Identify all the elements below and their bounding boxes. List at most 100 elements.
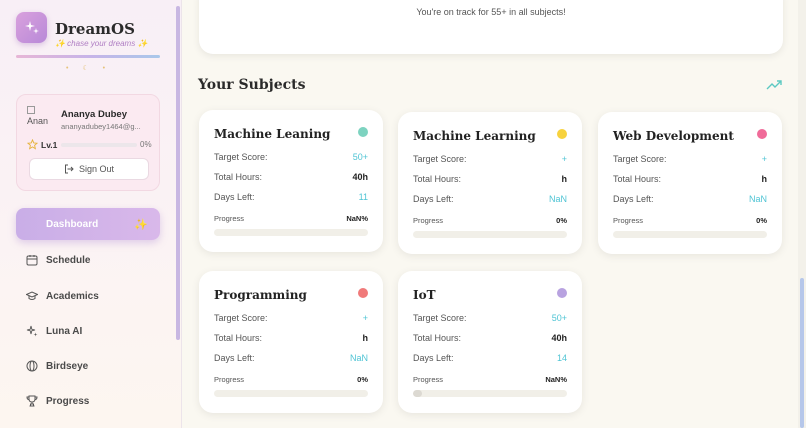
- days-label: Days Left:: [413, 194, 454, 204]
- trending-up-icon[interactable]: [766, 79, 782, 91]
- days-label: Days Left:: [214, 353, 255, 363]
- days-value: NaN: [548, 194, 567, 204]
- decorative-dots: • ☾ •: [66, 65, 112, 72]
- target-label: Target Score:: [613, 154, 667, 164]
- subject-color-dot: [557, 288, 567, 298]
- level-percent: 0%: [140, 140, 152, 149]
- sparkles-icon: [26, 325, 38, 337]
- star-icon: [27, 139, 38, 150]
- subject-card-machine-learning[interactable]: Machine Learning Target Score: + Total H…: [398, 112, 582, 254]
- avatar: Anan: [27, 106, 53, 132]
- days-value: 11: [358, 192, 368, 202]
- nav-birdseye[interactable]: Birdseye: [16, 350, 160, 382]
- progress-value: 0%: [357, 375, 368, 384]
- sign-out-button[interactable]: Sign Out: [29, 158, 149, 180]
- subject-card-machine-leaning[interactable]: Machine Leaning Target Score: 50+ Total …: [199, 110, 383, 252]
- hours-value: h: [561, 174, 568, 184]
- subject-color-dot: [557, 129, 567, 139]
- progress-bar: [413, 231, 567, 238]
- avatar-alt-text: Anan: [27, 116, 49, 126]
- target-label: Target Score:: [413, 154, 467, 164]
- nav-dashboard[interactable]: Dashboard ✨: [16, 208, 160, 240]
- user-email: ananyadubey1464@g...: [61, 122, 141, 131]
- target-label: Target Score:: [214, 152, 268, 162]
- progress-fill: [413, 390, 423, 397]
- target-value: 50+: [352, 152, 368, 162]
- target-label: Target Score:: [214, 313, 268, 323]
- nav-birdseye-label: Birdseye: [46, 360, 89, 372]
- subject-card-web-development[interactable]: Web Development Target Score: + Total Ho…: [598, 112, 782, 254]
- days-value: 14: [556, 353, 567, 363]
- nav-luna-ai[interactable]: Luna AI: [16, 315, 160, 347]
- app-logo[interactable]: [16, 12, 47, 43]
- progress-label: Progress: [613, 216, 644, 225]
- target-value: +: [362, 313, 368, 323]
- level-progress-bar: [61, 143, 137, 147]
- profile-card: Anan Ananya Dubey ananyadubey1464@g... L…: [16, 94, 160, 191]
- calendar-icon: [26, 255, 38, 266]
- user-name: Ananya Dubey: [61, 109, 127, 120]
- app-tagline: ✨ chase your dreams ✨: [55, 39, 148, 48]
- progress-bar: [413, 390, 567, 397]
- hours-value: 40h: [352, 172, 368, 182]
- logout-icon: [64, 164, 74, 174]
- user-level: Lv.1: [41, 140, 58, 150]
- trophy-icon: [26, 395, 38, 407]
- target-label: Target Score:: [413, 313, 467, 323]
- progress-bar: [214, 390, 368, 397]
- on-track-banner: You're on track for 55+ in all subjects!: [199, 0, 783, 54]
- subject-name: Machine Learning: [413, 129, 536, 143]
- progress-bar: [613, 231, 767, 238]
- progress-label: Progress: [214, 214, 245, 223]
- main-content: You're on track for 55+ in all subjects!…: [182, 0, 798, 428]
- progress-label: Progress: [413, 375, 444, 384]
- nav-progress[interactable]: Progress: [16, 385, 160, 417]
- progress-value: NaN%: [545, 375, 567, 384]
- nav-progress-label: Progress: [46, 395, 90, 407]
- sparkles-icon: [24, 20, 39, 34]
- hours-value: h: [362, 333, 369, 343]
- target-value: +: [761, 154, 767, 164]
- progress-value: 0%: [556, 216, 567, 225]
- subject-color-dot: [358, 127, 368, 137]
- progress-value: NaN%: [346, 214, 368, 223]
- hours-value: h: [761, 174, 768, 184]
- progress-value: 0%: [756, 216, 767, 225]
- days-label: Days Left:: [214, 192, 255, 202]
- progress-label: Progress: [413, 216, 444, 225]
- subject-card-iot[interactable]: IoT Target Score: 50+ Total Hours: 40h D…: [398, 271, 582, 413]
- subject-name: Programming: [214, 288, 307, 302]
- nav-dashboard-label: Dashboard: [46, 218, 99, 230]
- hours-label: Total Hours:: [413, 333, 462, 343]
- hours-label: Total Hours:: [214, 333, 263, 343]
- nav-schedule[interactable]: Schedule: [16, 244, 160, 276]
- sparkle-icon: ✨: [134, 219, 148, 231]
- main-scrollbar-thumb[interactable]: [800, 278, 804, 428]
- nav-academics-label: Academics: [46, 290, 99, 302]
- hours-value: 40h: [551, 333, 567, 343]
- app-name: DreamOS: [55, 20, 135, 38]
- hours-label: Total Hours:: [613, 174, 662, 184]
- globe-icon: [26, 360, 38, 372]
- progress-label: Progress: [214, 375, 245, 384]
- nav-schedule-label: Schedule: [46, 254, 91, 266]
- days-label: Days Left:: [613, 194, 654, 204]
- nav-academics[interactable]: Academics: [16, 280, 160, 312]
- section-title: Your Subjects: [198, 77, 306, 93]
- hours-label: Total Hours:: [214, 172, 263, 182]
- subject-name: Web Development: [613, 129, 734, 143]
- sidebar: DreamOS ✨ chase your dreams ✨ • ☾ • Anan…: [0, 0, 182, 428]
- on-track-text: You're on track for 55+ in all subjects!: [416, 7, 566, 17]
- broken-image-icon: [27, 106, 35, 114]
- days-label: Days Left:: [413, 353, 454, 363]
- logo-divider: [16, 55, 160, 58]
- progress-bar: [214, 229, 368, 236]
- sign-out-label: Sign Out: [78, 164, 115, 174]
- target-value: +: [561, 154, 567, 164]
- sidebar-scrollbar[interactable]: [176, 6, 180, 340]
- target-value: 50+: [551, 313, 567, 323]
- nav-luna-ai-label: Luna AI: [46, 325, 83, 337]
- days-value: NaN: [748, 194, 767, 204]
- subject-color-dot: [358, 288, 368, 298]
- subject-card-programming[interactable]: Programming Target Score: + Total Hours:…: [199, 271, 383, 413]
